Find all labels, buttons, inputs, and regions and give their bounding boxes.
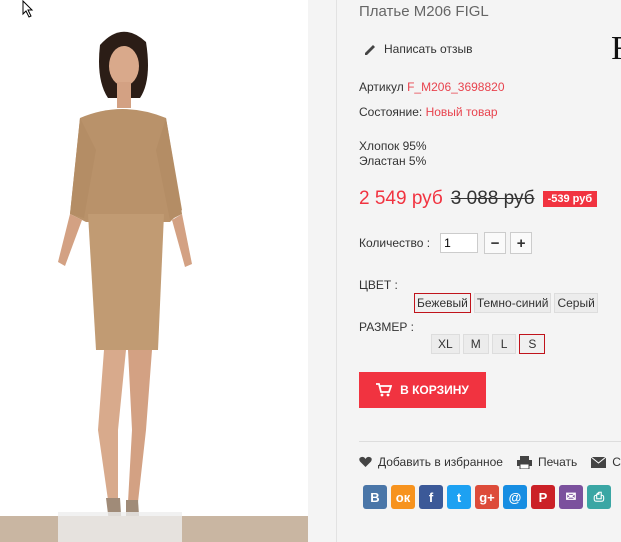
size-option-l[interactable]: L <box>491 334 517 354</box>
condition-row: Состояние: Новый товар <box>359 105 498 119</box>
size-option-xl[interactable]: XL <box>431 334 460 354</box>
mouse-cursor-icon <box>22 0 34 18</box>
color-option-grey[interactable]: Серый <box>554 293 598 313</box>
quantity-minus-button[interactable]: − <box>484 232 507 254</box>
add-to-cart-label: В КОРЗИНУ <box>400 383 469 397</box>
envelope-icon <box>591 456 607 468</box>
email-icon[interactable]: ✉ <box>559 485 583 509</box>
facebook-icon[interactable]: f <box>419 485 443 509</box>
quantity-input[interactable] <box>440 233 479 253</box>
condition-value: Новый товар <box>425 105 498 119</box>
composition-line-1: Хлопок 95% <box>359 139 427 153</box>
price-old: 3 088 руб <box>450 188 535 209</box>
quantity-label: Количество : <box>359 236 431 250</box>
ok-icon[interactable]: ок <box>391 485 415 509</box>
vk-icon[interactable]: В <box>363 485 387 509</box>
article-row: Артикул F_M206_3698820 <box>359 80 505 94</box>
color-label: ЦВЕТ : <box>359 278 398 292</box>
color-options: Бежевый Темно-синий Серый <box>414 293 598 313</box>
mail-ru-icon[interactable]: @ <box>503 485 527 509</box>
pinterest-icon[interactable]: P <box>531 485 555 509</box>
cart-icon <box>376 383 393 397</box>
price-new: 2 549 руб <box>359 188 443 209</box>
brand-logo[interactable]: F <box>611 30 621 68</box>
product-info-panel: Платье М206 FIGL F Написать отзыв Артику… <box>359 0 621 542</box>
article-label: Артикул <box>359 80 404 94</box>
product-actions: Добавить в избранное Печать С <box>359 455 621 469</box>
price-block: 2 549 руб 3 088 руб -539 руб <box>359 188 598 210</box>
print-link[interactable]: Печать <box>516 455 578 469</box>
twitter-icon[interactable]: t <box>447 485 471 509</box>
write-review-link[interactable]: Написать отзыв <box>363 42 472 56</box>
color-option-navy[interactable]: Темно-синий <box>473 293 552 313</box>
size-label: РАЗМЕР : <box>359 320 414 334</box>
send-label: С <box>612 455 621 469</box>
composition-line-2: Эластан 5% <box>359 154 427 168</box>
quantity-plus-button[interactable]: + <box>510 232 533 254</box>
product-title: Платье М206 FIGL <box>359 3 489 20</box>
add-to-cart-button[interactable]: В КОРЗИНУ <box>359 372 486 408</box>
size-options: XL M L S <box>431 334 546 354</box>
column-divider <box>336 0 337 542</box>
wishlist-label: Добавить в избранное <box>378 455 503 469</box>
discount-badge: -539 руб <box>542 191 598 207</box>
article-value: F_M206_3698820 <box>407 80 505 94</box>
share-buttons: Вок f t g+ @ P ✉ ⎙ <box>363 485 611 509</box>
size-option-s[interactable]: S <box>519 334 546 354</box>
size-option-m[interactable]: M <box>462 334 489 354</box>
print-share-icon[interactable]: ⎙ <box>587 485 611 509</box>
product-photo[interactable] <box>0 0 308 542</box>
thumbnail-strip[interactable] <box>58 512 182 542</box>
write-review-label: Написать отзыв <box>384 42 473 56</box>
add-to-wishlist-link[interactable]: Добавить в избранное <box>359 455 503 469</box>
model-figure <box>0 0 308 542</box>
heart-icon <box>359 456 372 467</box>
condition-label: Состояние: <box>359 105 423 119</box>
separator <box>359 441 621 442</box>
quantity-row: Количество : − + <box>359 232 536 254</box>
printer-icon <box>516 455 532 469</box>
googleplus-icon[interactable]: g+ <box>475 485 499 509</box>
send-link[interactable]: С <box>591 455 621 469</box>
pencil-icon <box>365 45 375 55</box>
print-label: Печать <box>537 455 578 469</box>
color-option-beige[interactable]: Бежевый <box>414 293 471 313</box>
